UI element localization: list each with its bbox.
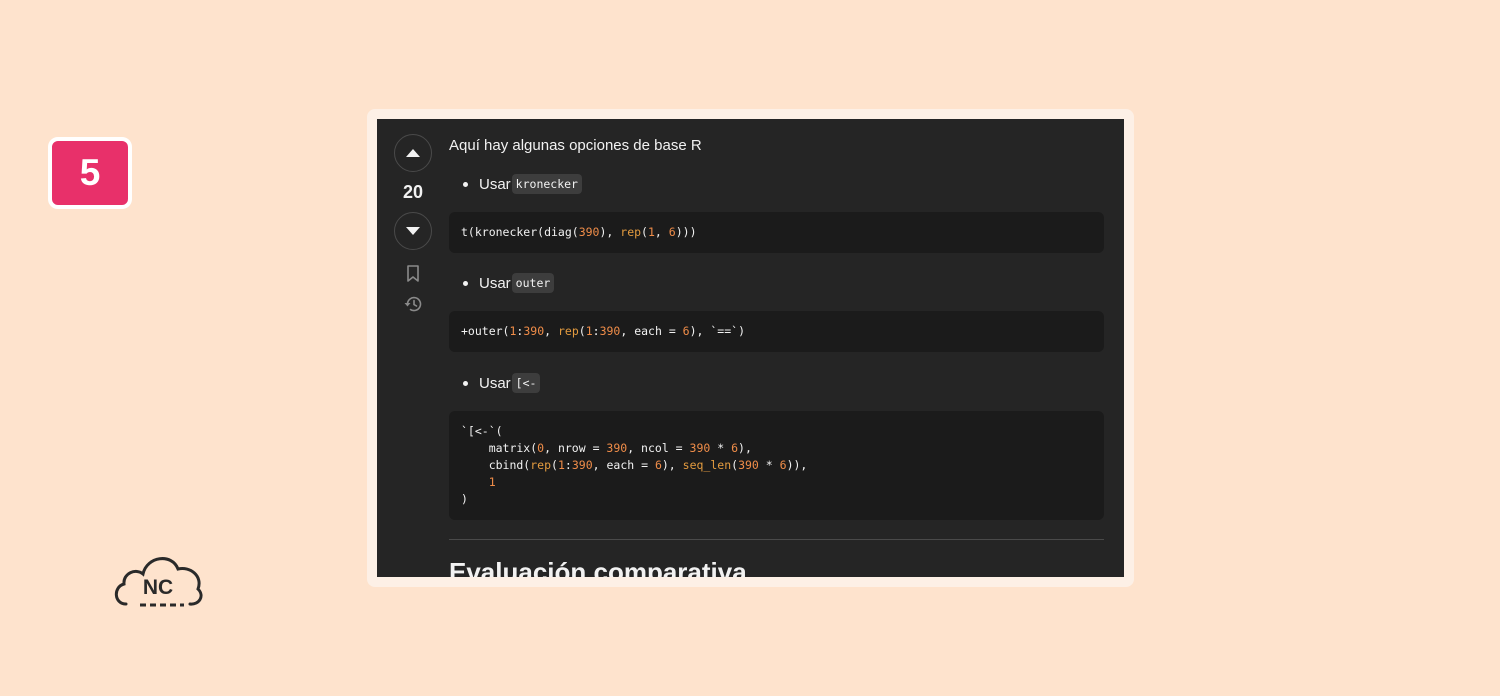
answer-intro: Aquí hay algunas opciones de base R [449,137,702,154]
code-line: 1 [488,475,496,489]
answer-post: 20 Aquí hay algunas opciones de base R U… [377,119,1124,577]
divider [449,539,1104,540]
upvote-button[interactable] [394,134,432,172]
bookmark-icon [407,265,419,282]
inline-code: outer [511,273,555,293]
bookmark-button[interactable] [403,264,423,284]
option-prefix: Usar [479,274,511,292]
upvote-arrow-icon [406,149,420,157]
vote-count: 20 [402,182,424,202]
vote-column: 20 [393,134,433,314]
step-badge: 5 [48,137,132,209]
code-line: matrix(0, nrow = 390, ncol = 390 * 6), [461,441,752,455]
code-line: cbind(rep(1:390, each = 6), seq_len(390 … [461,458,808,472]
option-prefix: Usar [479,175,511,193]
code-block-assign: `[<-`( matrix(0, nrow = 390, ncol = 390 … [449,411,1104,520]
answer-card: 20 Aquí hay algunas opciones de base R U… [367,109,1134,587]
bullet-dot [463,181,468,187]
inline-code: [<- [511,373,541,393]
history-button[interactable] [403,294,423,314]
list-item: Usar outer [463,273,555,293]
code-block-kronecker: t(kronecker(diag(390), rep(1, 6))) [449,212,1104,253]
nc-cloud-logo: NC [114,557,203,607]
downvote-arrow-icon [406,227,420,235]
option-prefix: Usar [479,374,511,392]
code-line: t(kronecker(diag(390), rep(1, 6))) [461,225,697,239]
code-line: `[<-`( [461,424,503,438]
inline-code: kronecker [511,174,582,194]
bullet-dot [463,280,468,286]
logo-text: NC [143,576,173,599]
list-item: Usar kronecker [463,174,582,194]
code-line: +outer(1:390, rep(1:390, each = 6), `==`… [461,324,745,338]
downvote-button[interactable] [394,212,432,250]
code-line: ) [461,492,468,506]
section-heading: Evaluación comparativa [449,557,747,577]
history-icon [404,296,422,312]
bullet-dot [463,380,468,386]
code-block-outer: +outer(1:390, rep(1:390, each = 6), `==`… [449,311,1104,352]
list-item: Usar [<- [463,373,541,393]
